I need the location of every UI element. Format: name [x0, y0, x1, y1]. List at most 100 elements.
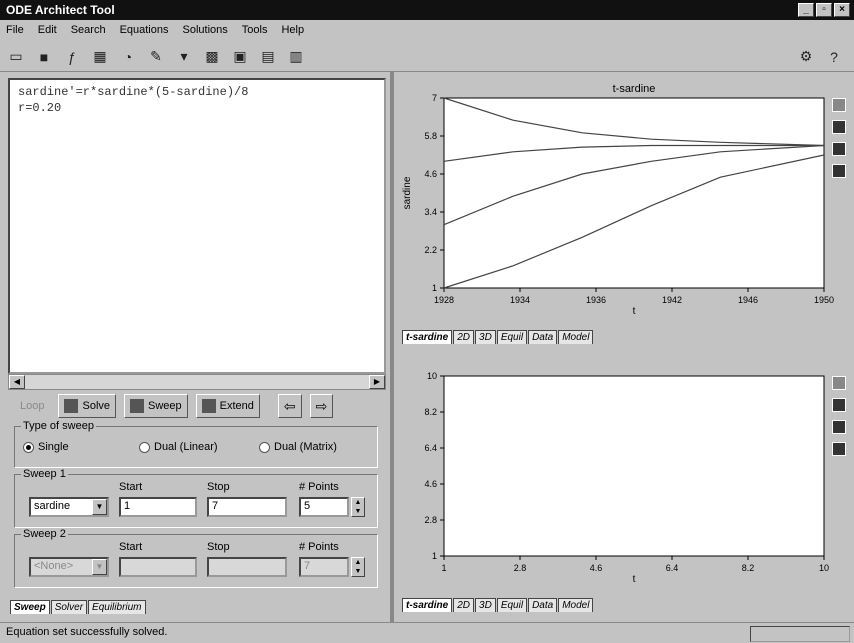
sweep1-start-input[interactable]: 1	[119, 497, 197, 517]
plot-options-icon[interactable]	[832, 376, 846, 390]
save-icon[interactable]: ■	[34, 47, 54, 67]
maximize-button[interactable]: ▫	[816, 3, 832, 17]
x-tick-label: 1946	[738, 295, 758, 305]
menu-edit[interactable]: Edit	[38, 24, 57, 36]
menu-file[interactable]: File	[6, 24, 24, 36]
function-icon[interactable]: ƒ	[62, 47, 82, 67]
tab-3d[interactable]: 3D	[475, 598, 496, 612]
chart-title: t-sardine	[613, 83, 656, 95]
print-plot-icon[interactable]	[832, 142, 846, 156]
sweep1-variable-value: sardine	[34, 500, 71, 512]
sweep2-start-label: Start	[119, 541, 143, 553]
x-tick-label: 1942	[662, 295, 682, 305]
sweep1-points-input[interactable]: 5	[299, 497, 349, 517]
scroll-left-icon[interactable]: ◀	[9, 375, 25, 389]
x-tick-label: 10	[819, 563, 829, 573]
tab-t-sardine[interactable]: t-sardine	[402, 598, 453, 612]
copy-plot-icon[interactable]	[832, 164, 846, 178]
copy-plot-icon[interactable]	[832, 442, 846, 456]
y-tick-label: 6.4	[424, 443, 437, 453]
chevron-down-icon[interactable]: ▼	[92, 559, 107, 575]
y-tick-label: 4.6	[424, 169, 437, 179]
sweep1-variable-select[interactable]: sardine ▼	[29, 497, 109, 517]
sweep2-variable-select[interactable]: <None> ▼	[29, 557, 109, 577]
sweep-type-group: Type of sweep Single Dual (Linear) Dual …	[14, 420, 378, 468]
tab-data[interactable]: Data	[528, 598, 558, 612]
sweep2-points-stepper[interactable]: ▲ ▼	[351, 557, 365, 577]
status-panel	[750, 626, 850, 642]
paint-icon[interactable]: ✎	[146, 47, 166, 67]
radio-dual-matrix-label: Dual (Matrix)	[274, 441, 337, 453]
radio-single[interactable]: Single	[23, 441, 69, 453]
sweep-type-label: Type of sweep	[21, 420, 96, 432]
tab-data[interactable]: Data	[528, 330, 558, 344]
tab-model[interactable]: Model	[558, 598, 594, 612]
sweep2-stop-input[interactable]	[207, 557, 287, 577]
sweep-button[interactable]: Sweep	[124, 394, 188, 418]
columns-icon[interactable]: ▥	[286, 47, 306, 67]
sweep1-stop-input[interactable]: 7	[207, 497, 287, 517]
menu-equations[interactable]: Equations	[120, 24, 169, 36]
solve-icon	[64, 399, 79, 413]
chevron-down-icon[interactable]: ▼	[92, 499, 107, 515]
tab-2d[interactable]: 2D	[453, 598, 475, 612]
y-tick-label: 10	[427, 371, 437, 381]
x-axis-label: t	[633, 574, 636, 585]
radio-dual-matrix[interactable]: Dual (Matrix)	[259, 441, 337, 453]
top-chart[interactable]: t-sardine 1928 1934 1936 1942 1946 1950 1 2.2 3.4…	[396, 78, 850, 330]
tab-sweep[interactable]: Sweep	[10, 600, 50, 614]
solve-button[interactable]: Solve	[58, 394, 117, 418]
radio-dual-linear[interactable]: Dual (Linear)	[139, 441, 218, 453]
minimize-button[interactable]: _	[798, 3, 814, 17]
tab-equil[interactable]: Equil	[496, 330, 528, 344]
layout-icon[interactable]: ▣	[230, 47, 250, 67]
clock-icon[interactable]: ◔	[118, 47, 138, 67]
sweep1-points-stepper[interactable]: ▲ ▼	[351, 497, 365, 517]
zoom-icon[interactable]	[832, 398, 846, 412]
y-axis-label: sardine	[402, 176, 413, 209]
x-tick-label: 4.6	[590, 563, 603, 573]
horizontal-scrollbar[interactable]: ◀ ▶	[8, 374, 386, 390]
table-icon[interactable]: ▦	[90, 47, 110, 67]
sweep2-start-input[interactable]	[119, 557, 197, 577]
tab-2d[interactable]: 2D	[453, 330, 475, 344]
menu-tools[interactable]: Tools	[242, 24, 268, 36]
print-plot-icon[interactable]	[832, 420, 846, 434]
sweep-label: Sweep	[148, 400, 182, 412]
layout-alt-icon[interactable]: ▤	[258, 47, 278, 67]
settings-icon[interactable]: ⚙	[796, 47, 816, 67]
y-tick-label: 1	[432, 283, 437, 293]
grid-icon[interactable]: ▩	[202, 47, 222, 67]
menu-solutions[interactable]: Solutions	[183, 24, 228, 36]
sweep2-points-input[interactable]: 7	[299, 557, 349, 577]
sweep1-label: Sweep 1	[21, 468, 68, 480]
forward-arrow-icon[interactable]: ⇨	[309, 394, 334, 418]
back-arrow-icon[interactable]: ⇦	[277, 394, 302, 418]
sweep2-label: Sweep 2	[21, 528, 68, 540]
help-icon[interactable]: ?	[824, 47, 844, 67]
tab-equil[interactable]: Equil	[496, 598, 528, 612]
bottom-chart[interactable]: 1 2.8 4.6 6.4 8.2 10 1 2.8 4.6 6.4 8.2 10 t	[396, 356, 850, 594]
menu-search[interactable]: Search	[71, 24, 106, 36]
pane-divider[interactable]	[390, 72, 394, 622]
menu-help[interactable]: Help	[281, 24, 304, 36]
tab-model[interactable]: Model	[558, 330, 594, 344]
radio-icon	[259, 441, 270, 453]
status-bar: Equation set successfully solved.	[0, 622, 854, 643]
dropdown-arrow-icon[interactable]: ▾	[174, 47, 194, 67]
close-button[interactable]: ×	[834, 3, 850, 17]
open-file-icon[interactable]: ▭	[6, 47, 26, 67]
plot-options-icon[interactable]	[832, 98, 846, 112]
tab-t-sardine[interactable]: t-sardine	[402, 330, 453, 344]
tab-3d[interactable]: 3D	[475, 330, 496, 344]
tab-solver[interactable]: Solver	[50, 600, 88, 614]
extend-button[interactable]: Extend	[195, 394, 260, 418]
y-tick-label: 7	[432, 93, 437, 103]
zoom-icon[interactable]	[832, 120, 846, 134]
equation-editor[interactable]: sardine'=r*sardine*(5-sardine)/8 r=0.20	[8, 78, 386, 374]
scroll-right-icon[interactable]: ▶	[369, 375, 385, 389]
radio-single-label: Single	[38, 441, 69, 453]
radio-icon	[139, 441, 150, 453]
tab-equilibrium[interactable]: Equilibrium	[88, 600, 146, 614]
bottom-plot-pane: 1 2.8 4.6 6.4 8.2 10 1 2.8 4.6 6.4 8.2 10 t t-sardin…	[396, 356, 850, 618]
